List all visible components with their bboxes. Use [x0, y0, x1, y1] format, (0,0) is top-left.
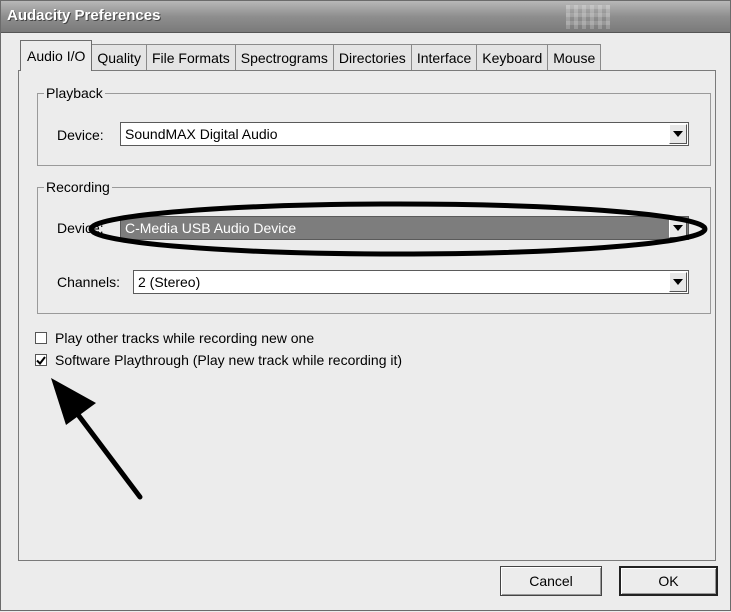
play-other-tracks-option[interactable]: Play other tracks while recording new on… [35, 330, 314, 346]
cancel-button[interactable]: Cancel [500, 566, 602, 596]
software-playthrough-option[interactable]: Software Playthrough (Play new track whi… [35, 352, 402, 368]
playback-device-label: Device: [57, 127, 104, 143]
play-other-tracks-checkbox[interactable] [35, 332, 47, 344]
preferences-dialog: Audacity Preferences Audio I/O Quality F… [0, 0, 731, 611]
playback-group-title: Playback [46, 85, 103, 101]
playback-device-value: SoundMAX Digital Audio [125, 126, 278, 142]
window-title: Audacity Preferences [7, 7, 161, 24]
title-bar-decoration [566, 5, 610, 29]
recording-device-label: Device: [57, 220, 104, 236]
tab-file-formats[interactable]: File Formats [145, 44, 236, 71]
tab-interface[interactable]: Interface [410, 44, 478, 71]
chevron-down-icon[interactable] [669, 218, 687, 238]
tab-directories[interactable]: Directories [332, 44, 412, 71]
tab-audio-io[interactable]: Audio I/O [20, 40, 93, 71]
chevron-down-icon[interactable] [669, 124, 687, 144]
tab-mouse[interactable]: Mouse [547, 44, 602, 71]
software-playthrough-checkbox[interactable] [35, 354, 47, 366]
tab-strip: Audio I/O Quality File Formats Spectrogr… [20, 40, 602, 71]
play-other-tracks-label: Play other tracks while recording new on… [55, 330, 315, 346]
chevron-down-icon[interactable] [669, 272, 687, 292]
playback-device-select[interactable]: SoundMAX Digital Audio [120, 122, 689, 146]
tab-quality[interactable]: Quality [91, 44, 147, 71]
channels-select[interactable]: 2 (Stereo) [133, 270, 689, 294]
tab-spectrograms[interactable]: Spectrograms [234, 44, 334, 71]
software-playthrough-label: Software Playthrough (Play new track whi… [55, 352, 403, 368]
title-bar[interactable]: Audacity Preferences [1, 1, 730, 33]
channels-label: Channels: [57, 274, 121, 290]
recording-group-title: Recording [46, 179, 110, 195]
recording-device-select[interactable]: C-Media USB Audio Device [120, 216, 689, 240]
ok-button[interactable]: OK [619, 566, 718, 596]
audio-io-panel: Playback Device: SoundMAX Digital Audio … [18, 70, 716, 561]
recording-device-value: C-Media USB Audio Device [125, 220, 297, 236]
checkmark-icon [36, 355, 46, 365]
tab-keyboard[interactable]: Keyboard [476, 44, 549, 71]
channels-value: 2 (Stereo) [138, 274, 201, 290]
